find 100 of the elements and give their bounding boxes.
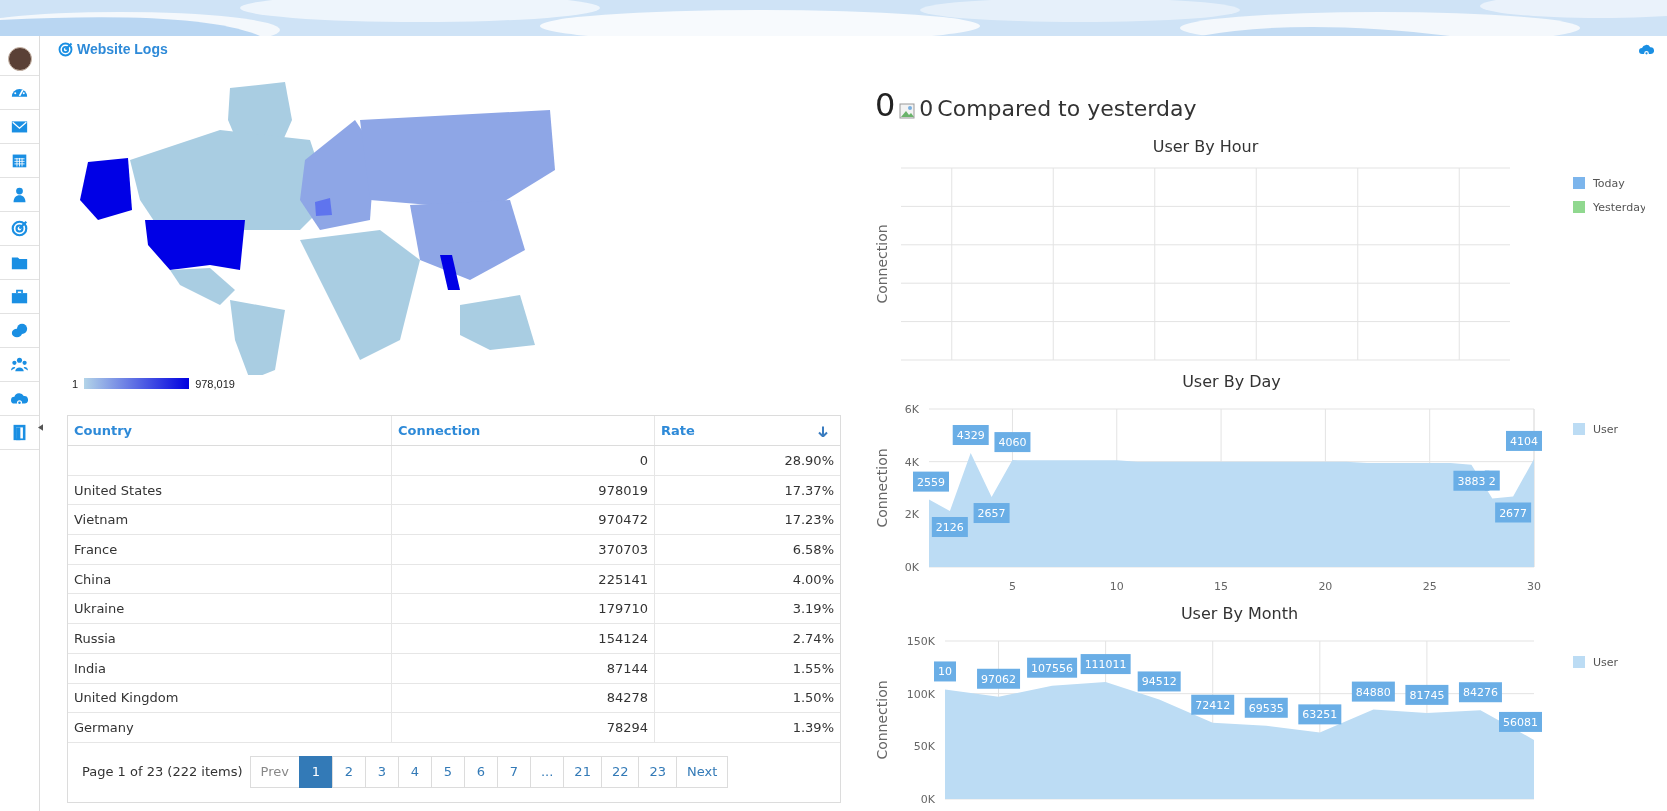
- tick-label: 0K: [920, 793, 935, 806]
- page-button[interactable]: 4: [397, 755, 432, 788]
- table-cell: 970472: [391, 504, 655, 535]
- person-icon[interactable]: [11, 186, 28, 203]
- legend-label[interactable]: User: [1593, 423, 1619, 436]
- chart-title: User By Day: [1182, 372, 1281, 391]
- data-label: 84276: [1458, 682, 1502, 703]
- table-cell: 84278: [391, 683, 655, 713]
- table-cell: United States: [68, 475, 392, 505]
- page-button[interactable]: 1: [298, 755, 333, 788]
- tick-label: 25: [1422, 580, 1437, 593]
- tick-label: 6K: [904, 403, 919, 416]
- page-button[interactable]: 23: [638, 755, 677, 788]
- column-header[interactable]: Connection: [391, 416, 655, 446]
- target-icon: [58, 41, 73, 57]
- briefcase-icon[interactable]: [11, 288, 28, 305]
- axis-title: Connection: [874, 680, 890, 760]
- visitor-count: 0: [875, 88, 896, 122]
- data-label: 10: [934, 661, 956, 682]
- coins-icon[interactable]: [11, 322, 28, 339]
- page-button[interactable]: 2: [331, 755, 366, 788]
- chart-title: User By Month: [1180, 604, 1299, 623]
- legend-min: 1: [72, 377, 79, 390]
- page-title: Website Logs: [77, 41, 168, 57]
- tick-label: 150K: [906, 635, 935, 648]
- table-cell: 17.37%: [654, 475, 840, 505]
- table-cell: India: [68, 653, 392, 683]
- legend-max: 978,019: [195, 377, 235, 390]
- table-cell: 370703: [391, 534, 655, 565]
- data-label: 2677: [1495, 502, 1532, 523]
- table-cell: 28.90%: [654, 445, 840, 476]
- table-cell: 978019: [391, 475, 655, 505]
- data-label: 4104: [1506, 430, 1542, 451]
- table-cell: Vietnam: [68, 504, 392, 535]
- table-cell: 1.50%: [654, 683, 840, 713]
- down-arrow-icon[interactable]: [818, 426, 828, 437]
- column-header[interactable]: Country: [68, 416, 392, 446]
- column-header[interactable]: Rate: [654, 416, 840, 446]
- data-label: 63251: [1298, 704, 1342, 725]
- data-label: 81745: [1405, 684, 1449, 705]
- table-cell: Germany: [68, 712, 392, 742]
- data-label: 56081: [1499, 711, 1542, 732]
- axis-title: Connection: [874, 224, 890, 304]
- table-cell: 179710: [391, 593, 655, 624]
- data-label: 94512: [1137, 671, 1181, 692]
- table-cell: 17.23%: [654, 504, 840, 535]
- legend-label[interactable]: Today: [1593, 177, 1625, 190]
- data-label: 107556: [1027, 657, 1078, 678]
- table-cell: 3.19%: [654, 593, 840, 624]
- table-cell: 6.58%: [654, 534, 840, 565]
- comparison-label: Compared to yesterday: [937, 96, 1197, 122]
- table-cell: 2.74%: [654, 623, 840, 654]
- table-cell: 1.39%: [654, 712, 840, 742]
- chart-title: User By Hour: [1152, 137, 1259, 156]
- folder-icon[interactable]: [11, 254, 28, 271]
- page-button[interactable]: 5: [430, 755, 465, 788]
- tick-label: 30: [1527, 580, 1541, 593]
- prev-button[interactable]: Prev: [249, 755, 300, 788]
- next-button[interactable]: Next: [676, 755, 729, 788]
- data-label: 69535: [1244, 697, 1288, 718]
- table-cell: 154124: [391, 623, 655, 654]
- page-button[interactable]: 6: [463, 755, 498, 788]
- tick-label: 0K: [904, 561, 919, 574]
- table-cell: United Kingdom: [68, 683, 392, 713]
- target-icon[interactable]: [11, 220, 28, 237]
- tick-label: 4K: [904, 455, 919, 469]
- tick-label: 5: [1008, 580, 1016, 593]
- change-value: 0: [919, 96, 934, 122]
- table-cell: Russia: [68, 623, 392, 654]
- table-cell: France: [68, 534, 392, 565]
- page-button[interactable]: 7: [496, 755, 531, 788]
- data-label: 84880: [1351, 681, 1395, 702]
- caret-icon[interactable]: [38, 424, 43, 431]
- avatar[interactable]: [7, 46, 32, 71]
- people-icon[interactable]: [11, 356, 28, 373]
- data-label: 4329: [952, 425, 989, 445]
- data-label: 97062: [977, 668, 1021, 689]
- data-label: 2559: [913, 471, 949, 492]
- calendar-icon[interactable]: [11, 152, 28, 169]
- page-button[interactable]: 3: [364, 755, 399, 788]
- pager-summary: Page 1 of 23 (222 items): [82, 764, 243, 780]
- legend-label[interactable]: User: [1593, 656, 1619, 669]
- table-cell: China: [68, 564, 392, 594]
- door-icon[interactable]: [11, 424, 28, 441]
- broken-image-icon: [899, 103, 916, 119]
- axis-title: Connection: [874, 448, 890, 528]
- envelope-icon[interactable]: [11, 118, 28, 135]
- data-label: 2657: [973, 503, 1010, 524]
- table-cell: 0: [391, 445, 655, 476]
- page-button[interactable]: 22: [600, 755, 640, 788]
- table-cell: Ukraine: [68, 593, 392, 624]
- tick-label: 15: [1214, 580, 1229, 593]
- tick-label: 20: [1318, 580, 1333, 593]
- cloud-icon[interactable]: [11, 390, 28, 407]
- tick-label: 2K: [904, 508, 919, 522]
- table-cell: 225141: [391, 564, 655, 594]
- data-label: 2126: [931, 517, 968, 537]
- tick-label: 50K: [913, 740, 935, 754]
- page-button[interactable]: 21: [563, 755, 602, 788]
- data-label: 4060: [994, 432, 1031, 453]
